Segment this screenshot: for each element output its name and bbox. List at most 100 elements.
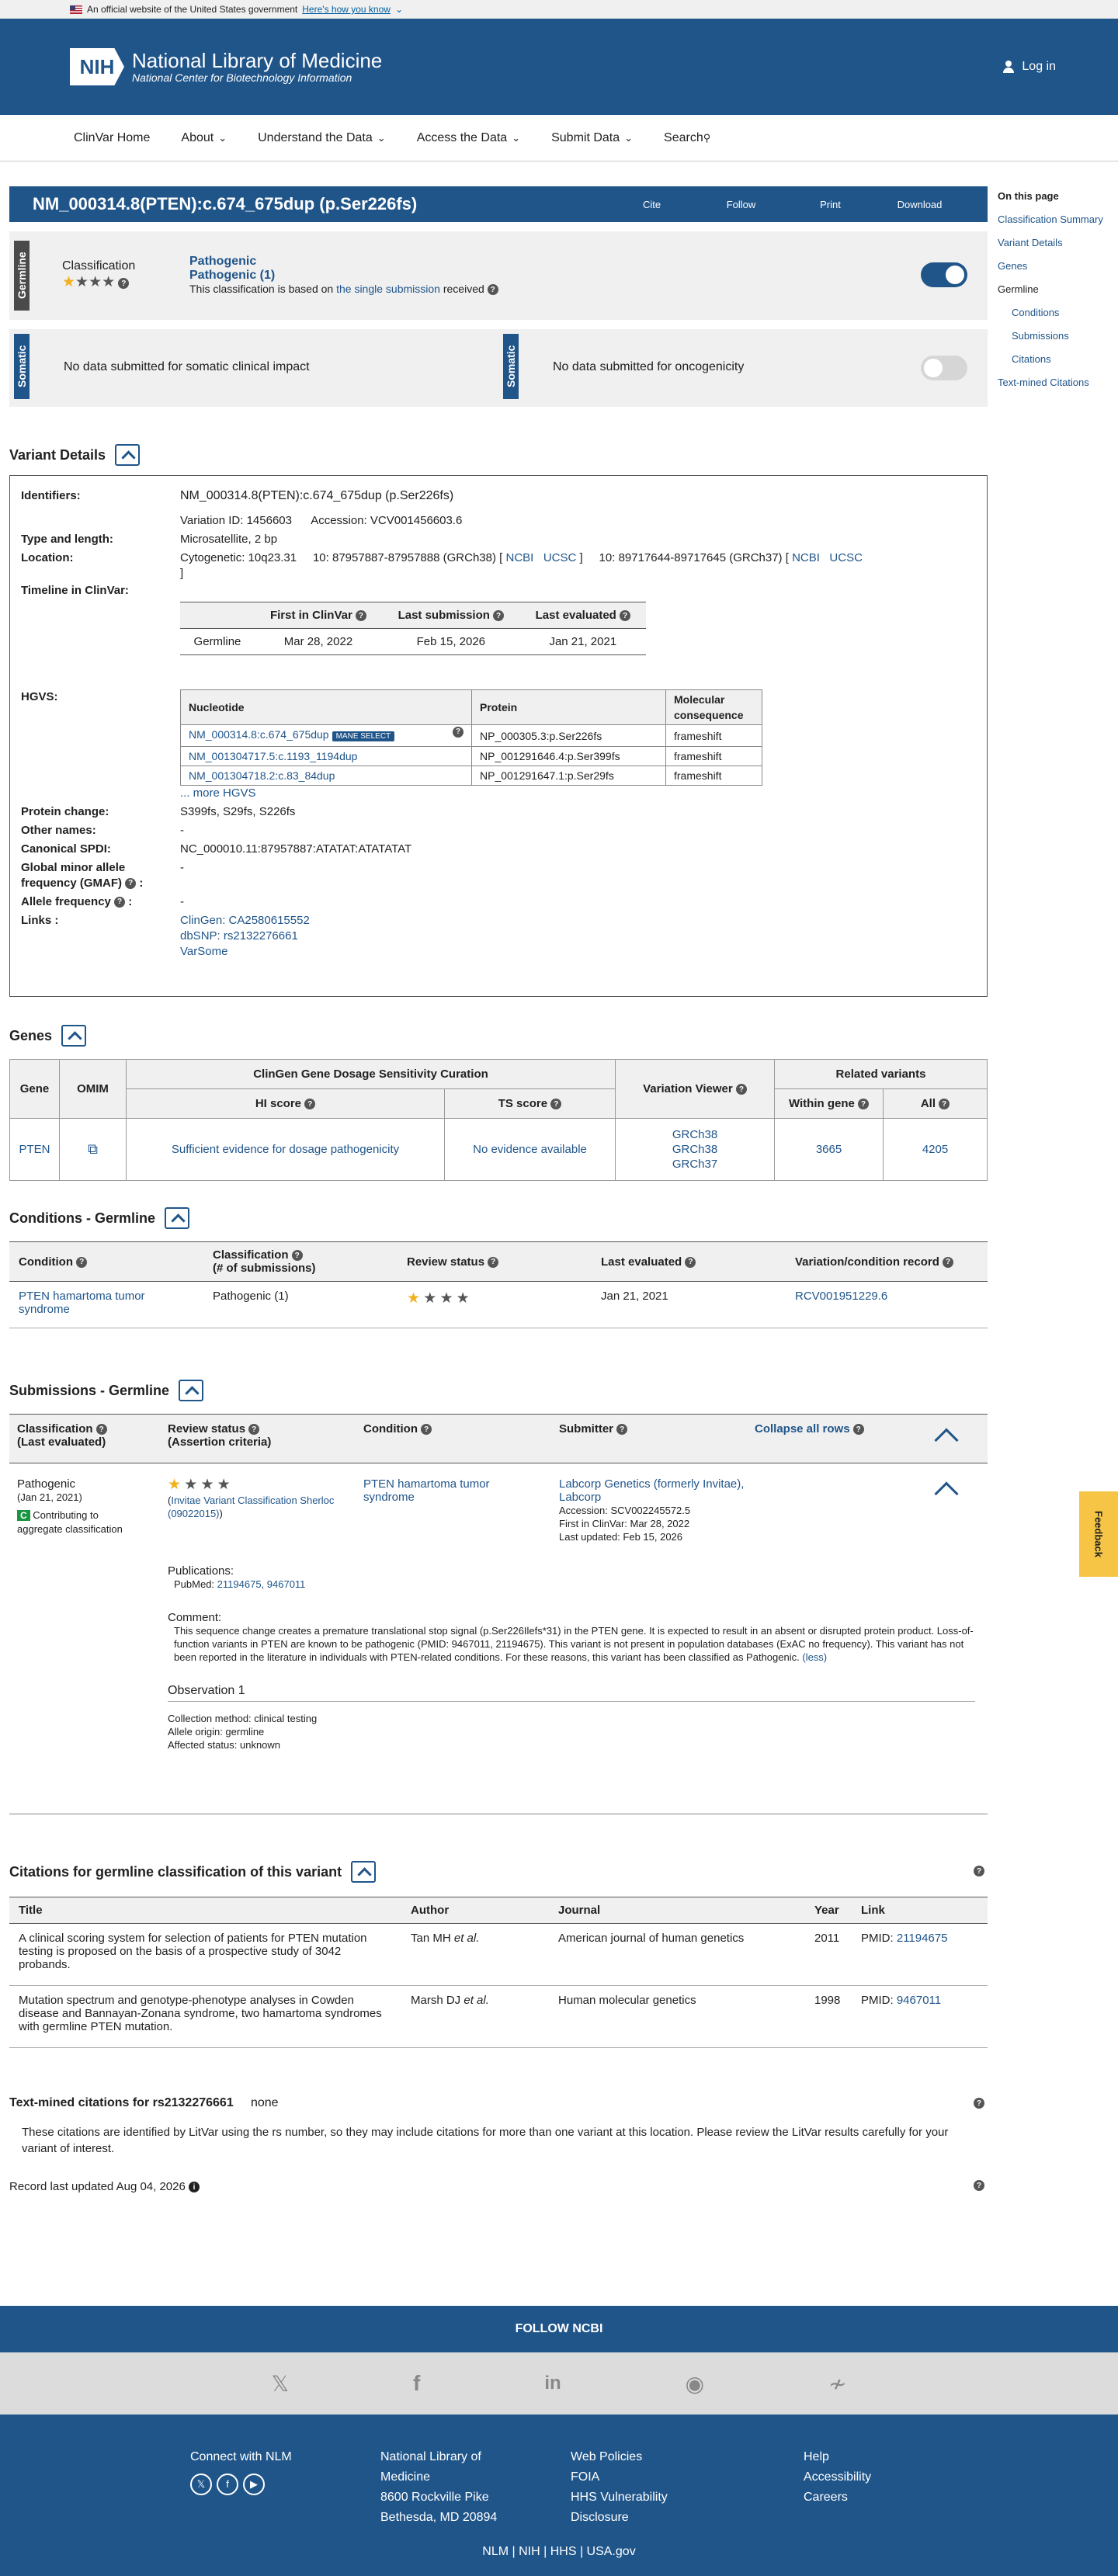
condition-link[interactable]: PTEN hamartoma tumor syndrome bbox=[19, 1290, 145, 1316]
help-icon[interactable]: ? bbox=[943, 1256, 954, 1268]
side-link-citations[interactable]: Citations bbox=[1012, 353, 1051, 365]
help-icon[interactable]: ? bbox=[974, 2098, 984, 2109]
help-icon[interactable]: ? bbox=[493, 610, 505, 622]
disclosure-link[interactable]: Disclosure bbox=[571, 2508, 668, 2528]
help-icon[interactable]: ? bbox=[114, 897, 126, 908]
help-icon[interactable]: ? bbox=[487, 284, 498, 296]
help-icon[interactable]: ? bbox=[852, 1424, 864, 1436]
help-icon[interactable]: ? bbox=[974, 1866, 984, 1876]
gene-link[interactable]: PTEN bbox=[19, 1143, 50, 1156]
viewer-link[interactable]: GRCh37 bbox=[672, 1158, 717, 1171]
x-icon[interactable]: 𝕏 bbox=[190, 2474, 212, 2495]
facebook-icon[interactable]: f bbox=[413, 2371, 420, 2396]
side-link-genes[interactable]: Genes bbox=[998, 260, 1027, 272]
hgvs-nucleotide-link[interactable]: NM_000314.8:c.674_675dup bbox=[189, 728, 329, 741]
ncbi-link[interactable]: NCBI bbox=[505, 551, 533, 564]
help-icon[interactable]: ? bbox=[95, 1424, 107, 1436]
youtube-icon[interactable]: ▶ bbox=[243, 2474, 265, 2495]
collapse-caret-icon[interactable] bbox=[61, 1025, 87, 1047]
info-icon[interactable]: i bbox=[189, 2182, 200, 2193]
assertion-criteria-link[interactable]: Invitae Variant Classification Sherloc (… bbox=[168, 1495, 334, 1519]
help-link[interactable]: Help bbox=[804, 2447, 871, 2467]
viewer-link[interactable]: GRCh38 bbox=[672, 1143, 717, 1156]
rcv-link[interactable]: RCV001951229.6 bbox=[795, 1290, 887, 1303]
ucsc-link[interactable]: UCSC bbox=[543, 551, 577, 564]
feedback-button[interactable]: Feedback bbox=[1079, 1491, 1118, 1577]
footer-bottom-links[interactable]: NLM | NIH | HHS | USA.gov bbox=[0, 2545, 1118, 2559]
careers-link[interactable]: Careers bbox=[804, 2487, 871, 2508]
chevron-up-icon[interactable] bbox=[934, 1481, 959, 1506]
within-gene-link[interactable]: 3665 bbox=[816, 1143, 842, 1156]
single-submission-link[interactable]: the single submission bbox=[336, 283, 440, 295]
help-icon[interactable]: ? bbox=[125, 878, 137, 890]
help-icon[interactable]: ? bbox=[974, 2180, 984, 2191]
chevron-up-icon[interactable] bbox=[934, 1428, 959, 1453]
pmid-link[interactable]: 9467011 bbox=[897, 1994, 941, 2007]
more-hgvs-link[interactable]: ... more HGVS bbox=[180, 786, 256, 800]
dbsnp-link[interactable]: dbSNP: rs2132276661 bbox=[180, 929, 298, 943]
hgvs-nucleotide-link[interactable]: NM_001304718.2:c.83_84dup bbox=[189, 769, 335, 782]
help-icon[interactable]: ? bbox=[248, 1424, 260, 1436]
help-icon[interactable]: ? bbox=[735, 1084, 747, 1095]
side-link-classification-summary[interactable]: Classification Summary bbox=[998, 214, 1103, 225]
login-button[interactable]: Log in bbox=[1002, 60, 1056, 74]
classification-title[interactable]: Pathogenic bbox=[189, 255, 498, 269]
heres-how-link[interactable]: Here's how you know bbox=[302, 4, 391, 15]
ts-score-link[interactable]: No evidence available bbox=[473, 1143, 587, 1156]
viewer-link[interactable]: GRCh38 bbox=[672, 1128, 717, 1141]
all-variants-link[interactable]: 4205 bbox=[922, 1143, 948, 1156]
help-icon[interactable]: ? bbox=[858, 1099, 870, 1110]
github-icon[interactable]: ◉ bbox=[686, 2371, 704, 2397]
foia-link[interactable]: FOIA bbox=[571, 2467, 668, 2487]
nav-access-data[interactable]: Access the Data bbox=[417, 131, 520, 145]
follow-button[interactable]: Follow bbox=[696, 199, 786, 210]
collapse-caret-icon[interactable] bbox=[165, 1207, 190, 1229]
side-link-variant-details[interactable]: Variant Details bbox=[998, 237, 1063, 248]
help-icon[interactable]: ? bbox=[550, 1099, 562, 1110]
help-icon[interactable]: ? bbox=[620, 610, 631, 622]
pmid-link[interactable]: 21194675 bbox=[897, 1932, 948, 1945]
submitter-link[interactable]: Labcorp Genetics (formerly Invitae), Lab… bbox=[559, 1477, 744, 1504]
linkedin-icon[interactable]: in bbox=[544, 2373, 561, 2394]
collapse-caret-icon[interactable] bbox=[115, 444, 141, 466]
collapse-all-rows[interactable]: Collapse all rows ? bbox=[755, 1422, 864, 1436]
help-icon[interactable]: ? bbox=[118, 278, 130, 290]
x-icon[interactable]: 𝕏 bbox=[271, 2371, 289, 2397]
external-link-icon[interactable]: ⧉ bbox=[88, 1141, 98, 1157]
ucsc-link-37[interactable]: UCSC bbox=[829, 551, 863, 564]
collapse-caret-icon[interactable] bbox=[179, 1380, 204, 1401]
print-button[interactable]: Print bbox=[786, 199, 875, 210]
somatic-toggle[interactable] bbox=[921, 356, 967, 380]
side-link-submissions[interactable]: Submissions bbox=[1012, 330, 1069, 342]
cite-button[interactable]: Cite bbox=[607, 199, 696, 210]
nlm-link[interactable]: Medicine bbox=[380, 2467, 497, 2487]
rss-icon[interactable]: ≁ bbox=[828, 2371, 846, 2397]
hgvs-nucleotide-link[interactable]: NM_001304717.5:c.1193_1194dup bbox=[189, 750, 357, 762]
nav-submit-data[interactable]: Submit Data bbox=[551, 131, 633, 145]
ncbi-link-37[interactable]: NCBI bbox=[792, 551, 820, 564]
classification-count[interactable]: Pathogenic (1) bbox=[189, 269, 498, 283]
help-icon[interactable]: ? bbox=[76, 1256, 88, 1268]
facebook-icon[interactable]: f bbox=[217, 2474, 238, 2495]
download-button[interactable]: Download bbox=[875, 199, 964, 210]
less-link[interactable]: (less) bbox=[802, 1651, 827, 1663]
help-icon[interactable]: ? bbox=[939, 1099, 950, 1110]
pubmed-links[interactable]: 21194675, 9467011 bbox=[217, 1578, 306, 1590]
side-link-text-mined[interactable]: Text-mined Citations bbox=[998, 377, 1089, 388]
collapse-caret-icon[interactable] bbox=[351, 1861, 377, 1883]
hhs-vuln-link[interactable]: HHS Vulnerability bbox=[571, 2487, 668, 2508]
help-icon[interactable]: ? bbox=[453, 727, 464, 738]
sub-condition-link[interactable]: PTEN hamartoma tumor syndrome bbox=[363, 1477, 490, 1504]
help-icon[interactable]: ? bbox=[488, 1256, 499, 1268]
web-policies-link[interactable]: Web Policies bbox=[571, 2447, 668, 2467]
help-icon[interactable]: ? bbox=[685, 1256, 696, 1268]
germline-toggle[interactable] bbox=[921, 262, 967, 287]
accessibility-link[interactable]: Accessibility bbox=[804, 2467, 871, 2487]
help-icon[interactable]: ? bbox=[616, 1424, 628, 1436]
clingen-link[interactable]: ClinGen: CA2580615552 bbox=[180, 914, 310, 927]
help-icon[interactable]: ? bbox=[355, 610, 366, 622]
nav-clinvar-home[interactable]: ClinVar Home bbox=[74, 131, 150, 145]
nlm-logo[interactable]: NIH National Library of Medicine Nationa… bbox=[70, 48, 382, 85]
side-link-conditions[interactable]: Conditions bbox=[1012, 307, 1059, 318]
nav-search[interactable]: Search⚲ bbox=[664, 131, 710, 145]
